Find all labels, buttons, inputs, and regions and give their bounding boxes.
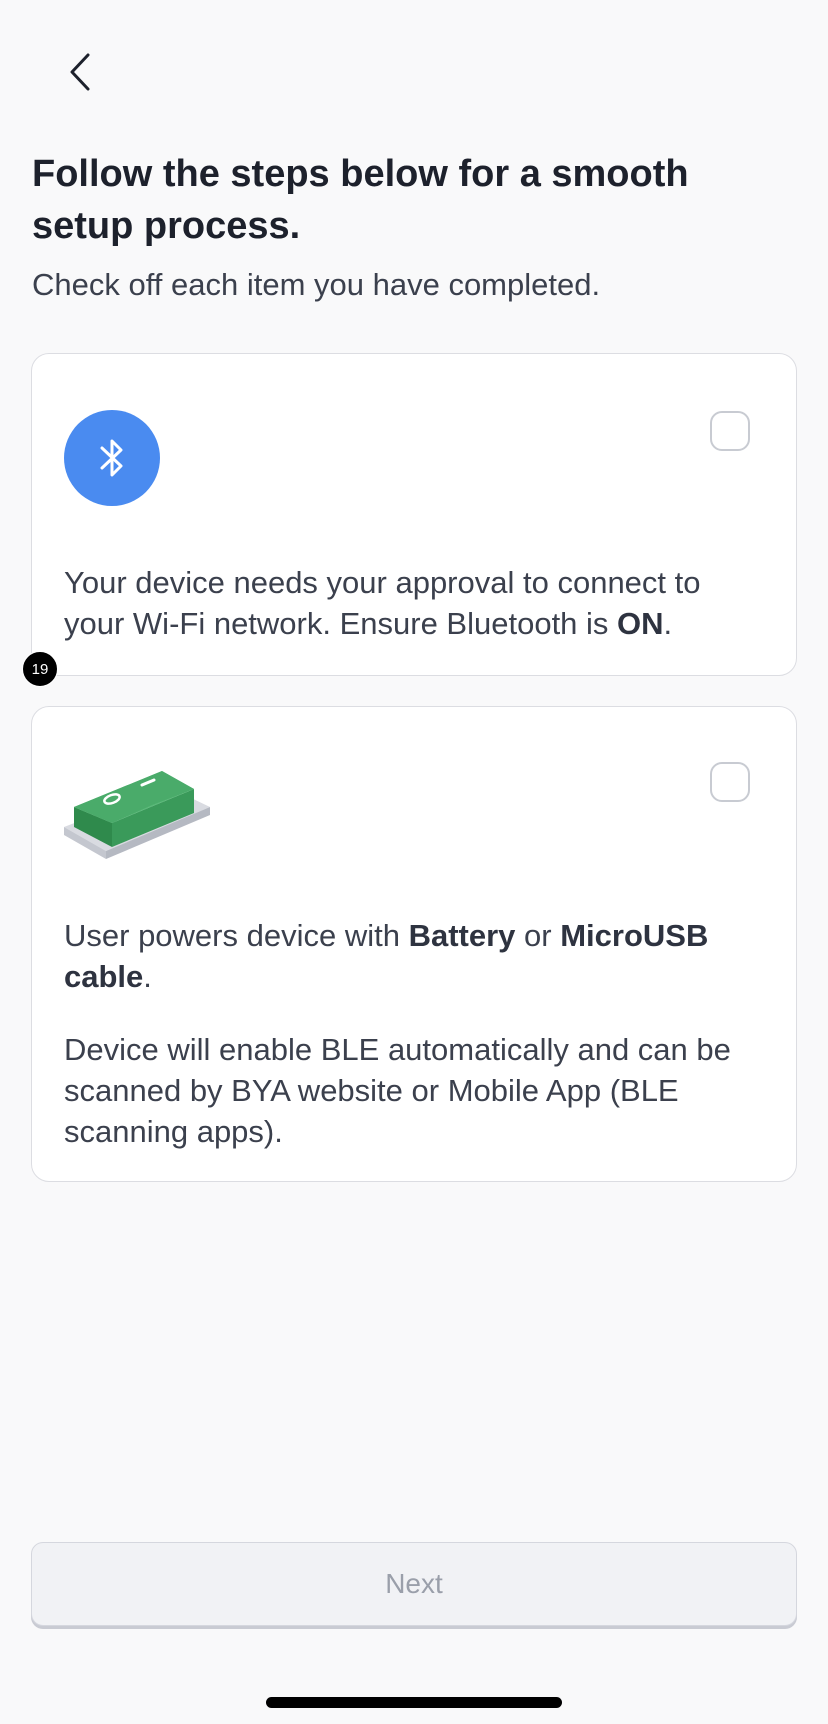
step-card-power: User powers device with Battery or Micro… [31,706,797,1182]
step-number-badge: 19 [22,651,58,687]
page-title: Follow the steps below for a smooth setu… [32,153,689,247]
page-subtitle: Check off each item you have completed. [32,267,601,302]
step-text-bluetooth: Your device needs your approval to conne… [64,565,701,641]
bluetooth-icon [64,410,160,506]
back-button[interactable] [60,48,100,96]
next-button[interactable]: Next [31,1542,797,1626]
step-checkbox-bluetooth[interactable] [710,411,750,451]
power-switch-icon [64,771,210,859]
step-text-power: User powers device with Battery or Micro… [64,918,709,994]
step-text-ble: Device will enable BLE automatically and… [64,1032,731,1149]
home-indicator[interactable] [266,1697,562,1708]
setup-checklist-screen: Follow the steps below for a smooth setu… [0,0,828,1724]
chevron-left-icon [70,53,90,91]
step-checkbox-power[interactable] [710,762,750,802]
step-card-bluetooth: Your device needs your approval to conne… [31,353,797,676]
